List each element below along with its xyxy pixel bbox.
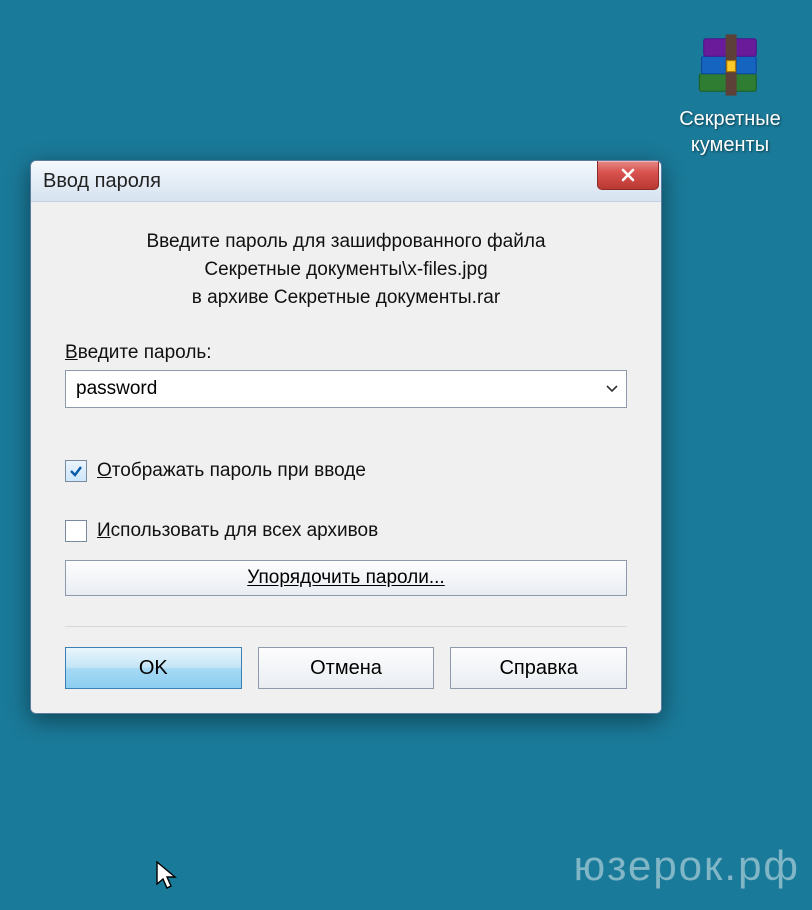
instruction-text: Введите пароль для зашифрованного файла … xyxy=(65,228,627,312)
help-button[interactable]: Справка xyxy=(450,647,627,689)
mouse-cursor-icon xyxy=(155,860,179,892)
instruction-line-2: Секретные документы\x-files.jpg xyxy=(65,256,627,284)
close-button[interactable] xyxy=(597,160,659,190)
show-password-checkbox[interactable] xyxy=(65,460,87,482)
cancel-button[interactable]: Отмена xyxy=(258,647,435,689)
instruction-line-3: в архиве Секретные документы.rar xyxy=(65,284,627,312)
show-password-checkbox-row[interactable]: Отображать пароль при вводе xyxy=(65,460,627,482)
show-password-label: Отображать пароль при вводе xyxy=(97,460,366,482)
organize-passwords-label: Упорядочить пароли... xyxy=(247,567,444,589)
password-combobox[interactable] xyxy=(65,370,627,408)
desktop-archive-icon[interactable]: Секретные кументы xyxy=(660,30,800,158)
checkmark-icon xyxy=(69,464,83,478)
titlebar[interactable]: Ввод пароля xyxy=(31,161,661,202)
password-dropdown-button[interactable] xyxy=(598,371,626,407)
close-icon xyxy=(619,168,637,182)
instruction-line-1: Введите пароль для зашифрованного файла xyxy=(65,228,627,256)
password-dialog: Ввод пароля Введите пароль для зашифрова… xyxy=(30,160,662,714)
use-for-all-label: Использовать для всех архивов xyxy=(97,520,378,542)
password-input[interactable] xyxy=(66,371,598,407)
organize-passwords-button[interactable]: Упорядочить пароли... xyxy=(65,560,627,596)
dialog-title: Ввод пароля xyxy=(43,170,161,193)
desktop-archive-label: Секретные кументы xyxy=(660,106,800,158)
winrar-archive-icon xyxy=(695,30,765,100)
watermark-text: юзерок.рф xyxy=(574,842,800,890)
use-for-all-checkbox[interactable] xyxy=(65,520,87,542)
password-field-label: Введите пароль: xyxy=(65,342,627,364)
ok-button[interactable]: OK xyxy=(65,647,242,689)
chevron-down-icon xyxy=(606,385,618,393)
use-for-all-checkbox-row[interactable]: Использовать для всех архивов xyxy=(65,520,627,542)
